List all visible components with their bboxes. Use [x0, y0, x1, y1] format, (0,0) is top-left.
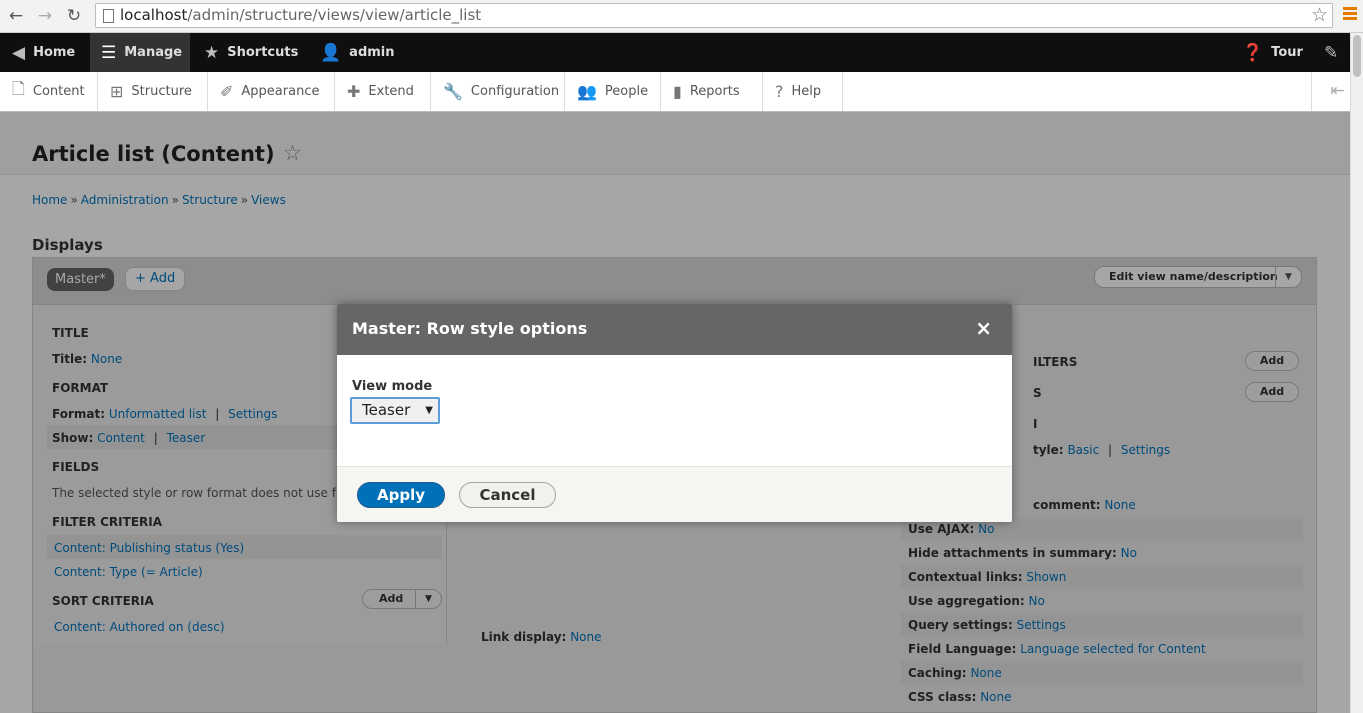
tray-label: Structure: [131, 84, 192, 99]
admin-toolbar: ◀ Home ☰ Manage ★ Shortcuts 👤 admin ❓ To…: [0, 33, 1363, 72]
bar-chart-icon: ▮: [673, 82, 682, 101]
dialog-titlebar: Master: Row style options ×: [337, 304, 1012, 355]
view-mode-select[interactable]: Teaser ▼: [350, 397, 440, 424]
toolbar-shortcuts-label: Shortcuts: [227, 45, 299, 60]
tray-label: Help: [791, 84, 822, 99]
toolbar-tour-label: Tour: [1271, 45, 1303, 60]
tray-label: Appearance: [241, 84, 320, 99]
star-icon: ★: [204, 42, 220, 63]
tray-item-configuration[interactable]: 🔧 Configuration: [431, 72, 565, 111]
view-mode-label: View mode: [352, 379, 433, 394]
dialog-title: Master: Row style options: [352, 319, 588, 338]
close-icon[interactable]: ×: [975, 316, 992, 340]
tray-item-reports[interactable]: ▮ Reports: [661, 72, 763, 111]
toolbar-user[interactable]: 👤 admin: [320, 33, 395, 72]
admin-tray: 🗋 Content ⊞ Structure ✐ Appearance ✚ Extend …: [0, 72, 1363, 112]
cancel-button[interactable]: Cancel: [459, 482, 556, 508]
tray-label: Extend: [368, 84, 414, 99]
view-mode-selected: Teaser: [362, 401, 411, 419]
forward-icon[interactable]: →: [34, 5, 56, 27]
toolbar-tour[interactable]: ❓ Tour: [1242, 33, 1303, 72]
address-bar[interactable]: localhost/admin/structure/views/view/art…: [95, 3, 1333, 28]
reload-icon[interactable]: ↻: [63, 5, 85, 27]
tray-label: Reports: [689, 84, 740, 99]
brush-icon: ✐: [220, 82, 234, 101]
people-icon: 👥: [577, 82, 597, 101]
tray-item-structure[interactable]: ⊞ Structure: [98, 72, 208, 111]
tray-item-appearance[interactable]: ✐ Appearance: [208, 72, 335, 111]
puzzle-icon: ✚: [347, 82, 361, 101]
browser-chrome: ← → ↻ localhost/admin/structure/views/vi…: [0, 0, 1363, 33]
sitemap-icon: ⊞: [110, 82, 124, 101]
browser-menu-icon[interactable]: [1343, 7, 1357, 23]
bookmark-star-icon[interactable]: ☆: [1311, 4, 1328, 26]
page-icon: [103, 9, 114, 23]
back-circle-icon: ◀: [12, 42, 26, 63]
tray-item-extend[interactable]: ✚ Extend: [335, 72, 431, 111]
toolbar-home-label: Home: [33, 45, 76, 60]
wrench-icon: 🔧: [443, 82, 463, 101]
hamburger-icon: ☰: [101, 42, 117, 63]
tray-label: People: [604, 84, 649, 99]
tray-item-content[interactable]: 🗋 Content: [0, 72, 98, 111]
apply-button[interactable]: Apply: [357, 482, 445, 508]
user-icon: 👤: [320, 42, 342, 63]
dropdown-arrow-icon: ▼: [425, 405, 433, 416]
file-icon: 🗋: [12, 79, 25, 98]
toolbar-home[interactable]: ◀ Home: [12, 33, 75, 72]
address-url[interactable]: localhost/admin/structure/views/view/art…: [120, 6, 481, 24]
tray-label: Configuration: [470, 84, 560, 99]
toolbar-shortcuts[interactable]: ★ Shortcuts: [204, 33, 298, 72]
toolbar-user-label: admin: [349, 45, 395, 60]
page-scrollbar[interactable]: [1350, 33, 1363, 713]
row-style-dialog: Master: Row style options × View mode Te…: [337, 304, 1012, 522]
tray-item-people[interactable]: 👥 People: [565, 72, 661, 111]
tray-item-help[interactable]: ? Help: [763, 72, 843, 111]
toolbar-manage-label: Manage: [124, 45, 183, 60]
toolbar-manage[interactable]: ☰ Manage: [90, 33, 190, 72]
pencil-icon[interactable]: ✎: [1324, 33, 1338, 72]
help-icon: ?: [775, 82, 784, 101]
help-circle-icon: ❓: [1242, 42, 1264, 63]
back-icon[interactable]: ←: [5, 5, 27, 27]
dialog-footer: Apply Cancel: [337, 466, 1012, 522]
scrollbar-thumb[interactable]: [1353, 35, 1361, 77]
tray-label: Content: [32, 84, 85, 99]
